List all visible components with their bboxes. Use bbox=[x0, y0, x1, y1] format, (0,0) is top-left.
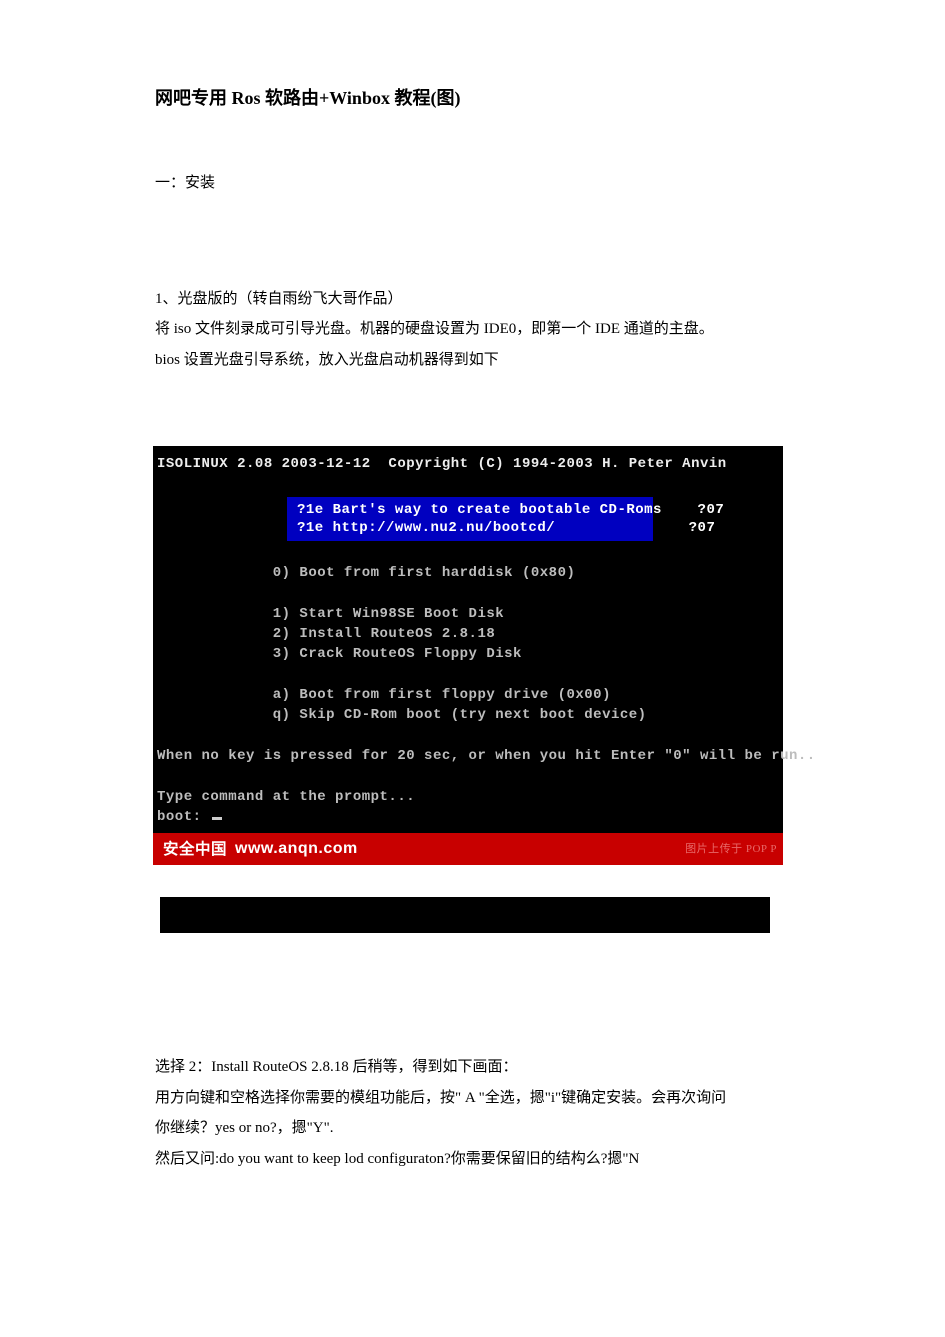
menu-item: q) Skip CD-Rom boot (try next boot devic… bbox=[157, 705, 783, 725]
menu-item: a) Boot from first floppy drive (0x00) bbox=[157, 685, 783, 705]
menu-item: 0) Boot from first harddisk (0x80) bbox=[157, 563, 783, 583]
terminal-banner: ?1e Bart's way to create bootable CD-Rom… bbox=[157, 495, 783, 543]
intro-line: 将 iso 文件刻录成可引导光盘。机器的硬盘设置为 IDE0，即第一个 IDE … bbox=[155, 315, 790, 344]
watermark-url: www.anqn.com bbox=[235, 837, 358, 861]
outro-line: 用方向键和空格选择你需要的模组功能后，按" A "全选，摁"i"键确定安装。会再… bbox=[155, 1084, 790, 1113]
menu-item: 3) Crack RouteOS Floppy Disk bbox=[157, 644, 783, 664]
page-title: 网吧专用 Ros 软路由+Winbox 教程(图) bbox=[155, 85, 790, 112]
terminal-text: Type command at the prompt... bbox=[157, 787, 783, 807]
watermark-bar: 安全中国 www.anqn.com 图片上传于 POP P bbox=[153, 833, 783, 865]
banner-line: ?1e Bart's way to create bootable CD-Rom… bbox=[291, 501, 649, 519]
terminal-screenshot: ISOLINUX 2.08 2003-12-12 Copyright (C) 1… bbox=[153, 446, 783, 865]
intro-line: bios 设置光盘引导系统，放入光盘启动机器得到如下 bbox=[155, 346, 790, 375]
terminal-text bbox=[157, 766, 783, 786]
menu-item bbox=[157, 584, 783, 604]
terminal-prompt: boot: bbox=[157, 807, 783, 827]
watermark-site: 安全中国 bbox=[163, 838, 227, 861]
section-heading: 一：安装 bbox=[155, 172, 790, 195]
banner-line: ?1e http://www.nu2.nu/bootcd/ ?07 bbox=[291, 519, 649, 537]
black-band bbox=[160, 897, 770, 933]
outro-line: 你继续？yes or no?，摁"Y". bbox=[155, 1114, 790, 1143]
watermark-right: 图片上传于 POP P bbox=[685, 841, 777, 858]
terminal-header: ISOLINUX 2.08 2003-12-12 Copyright (C) 1… bbox=[157, 454, 783, 474]
intro-line: 1、光盘版的（转自雨纷飞大哥作品） bbox=[155, 285, 790, 314]
cursor-icon bbox=[212, 817, 222, 820]
outro-line: 然后又问:do you want to keep lod configurato… bbox=[155, 1145, 790, 1174]
menu-item bbox=[157, 665, 783, 685]
outro-line: 选择 2：Install RouteOS 2.8.18 后稍等，得到如下画面： bbox=[155, 1053, 790, 1082]
menu-item: 2) Install RouteOS 2.8.18 bbox=[157, 624, 783, 644]
terminal-text: When no key is pressed for 20 sec, or wh… bbox=[157, 746, 783, 766]
menu-item: 1) Start Win98SE Boot Disk bbox=[157, 604, 783, 624]
